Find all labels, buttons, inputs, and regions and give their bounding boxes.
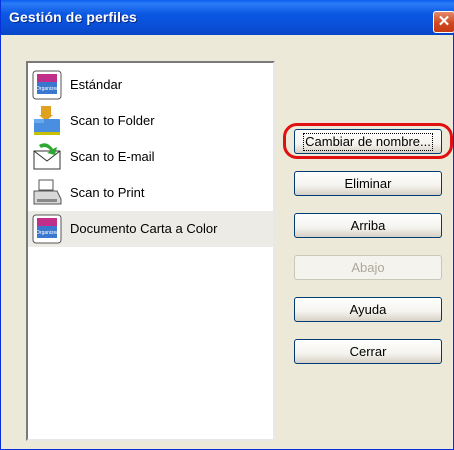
title-bar[interactable]: Gestión de perfiles ✕: [1, 0, 454, 35]
scansnap-organizer-icon: Organizer: [32, 214, 62, 244]
profile-label: Scan to E-mail: [70, 149, 155, 164]
folder-icon: [34, 106, 60, 135]
profile-label: Documento Carta a Color: [70, 221, 218, 236]
email-icon: [33, 143, 61, 170]
close-button[interactable]: Cerrar: [294, 339, 442, 364]
profile-label: Estándar: [70, 77, 123, 92]
scansnap-organizer-icon: Organizer: [32, 70, 62, 100]
profile-label: Scan to Folder: [70, 113, 155, 128]
svg-text:Organizer: Organizer: [36, 86, 58, 92]
list-item[interactable]: Organizer Documento Carta a Color: [28, 211, 273, 247]
profile-management-dialog: Gestión de perfiles ✕ Organizer Estándar…: [0, 0, 454, 450]
list-item[interactable]: Organizer Estándar: [28, 67, 273, 103]
printer-icon: [33, 179, 62, 205]
close-icon[interactable]: ✕: [433, 11, 454, 33]
list-item[interactable]: Scan to Folder: [28, 103, 273, 139]
delete-button[interactable]: Eliminar: [294, 171, 442, 196]
help-button[interactable]: Ayuda: [294, 297, 442, 322]
profile-list[interactable]: Organizer Estándar Scan to Folder Scan t…: [26, 61, 275, 441]
move-up-button[interactable]: Arriba: [294, 213, 442, 238]
move-down-button: Abajo: [294, 255, 442, 280]
svg-text:Organizer: Organizer: [36, 230, 58, 236]
list-item[interactable]: Scan to Print: [28, 175, 273, 211]
window-title: Gestión de perfiles: [9, 9, 137, 25]
highlight-annotation: [283, 123, 453, 159]
profile-label: Scan to Print: [70, 185, 145, 200]
list-item[interactable]: Scan to E-mail: [28, 139, 273, 175]
